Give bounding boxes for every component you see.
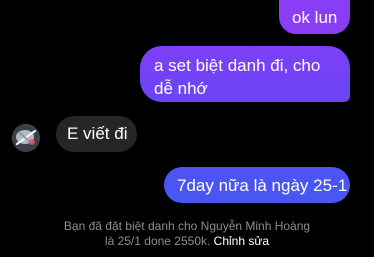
edit-nickname-link[interactable]: Chỉnh sửa [214,234,269,248]
message-text: a set biệt danh đi, cho dễ nhớ [154,56,321,98]
system-notice-line: là 25/1 done 2550k. Chỉnh sửa [0,234,374,249]
message-text: E viết đi [67,124,128,143]
system-notice-text: là 25/1 done 2550k. [104,234,211,248]
system-notice-line: Bạn đã đặt biệt danh cho Nguyễn Minh Hoà… [63,219,311,233]
outgoing-message-bubble[interactable]: 7day nữa là ngày 25-1 [164,167,350,203]
outgoing-message-bubble[interactable]: ok lun [279,0,350,34]
avatar-image-icon [12,124,40,152]
chat-thread: ok lun a set biệt danh đi, cho dễ nhớ E … [0,0,374,257]
contact-avatar[interactable] [12,124,40,152]
outgoing-message-bubble[interactable]: a set biệt danh đi, cho dễ nhớ [140,46,350,102]
incoming-message-bubble[interactable]: E viết đi [56,116,137,152]
message-text: ok lun [292,8,338,27]
message-text: 7day nữa là ngày 25-1 [177,176,348,195]
nickname-system-notice: Bạn đã đặt biệt danh cho Nguyễn Minh Hoà… [0,219,374,249]
